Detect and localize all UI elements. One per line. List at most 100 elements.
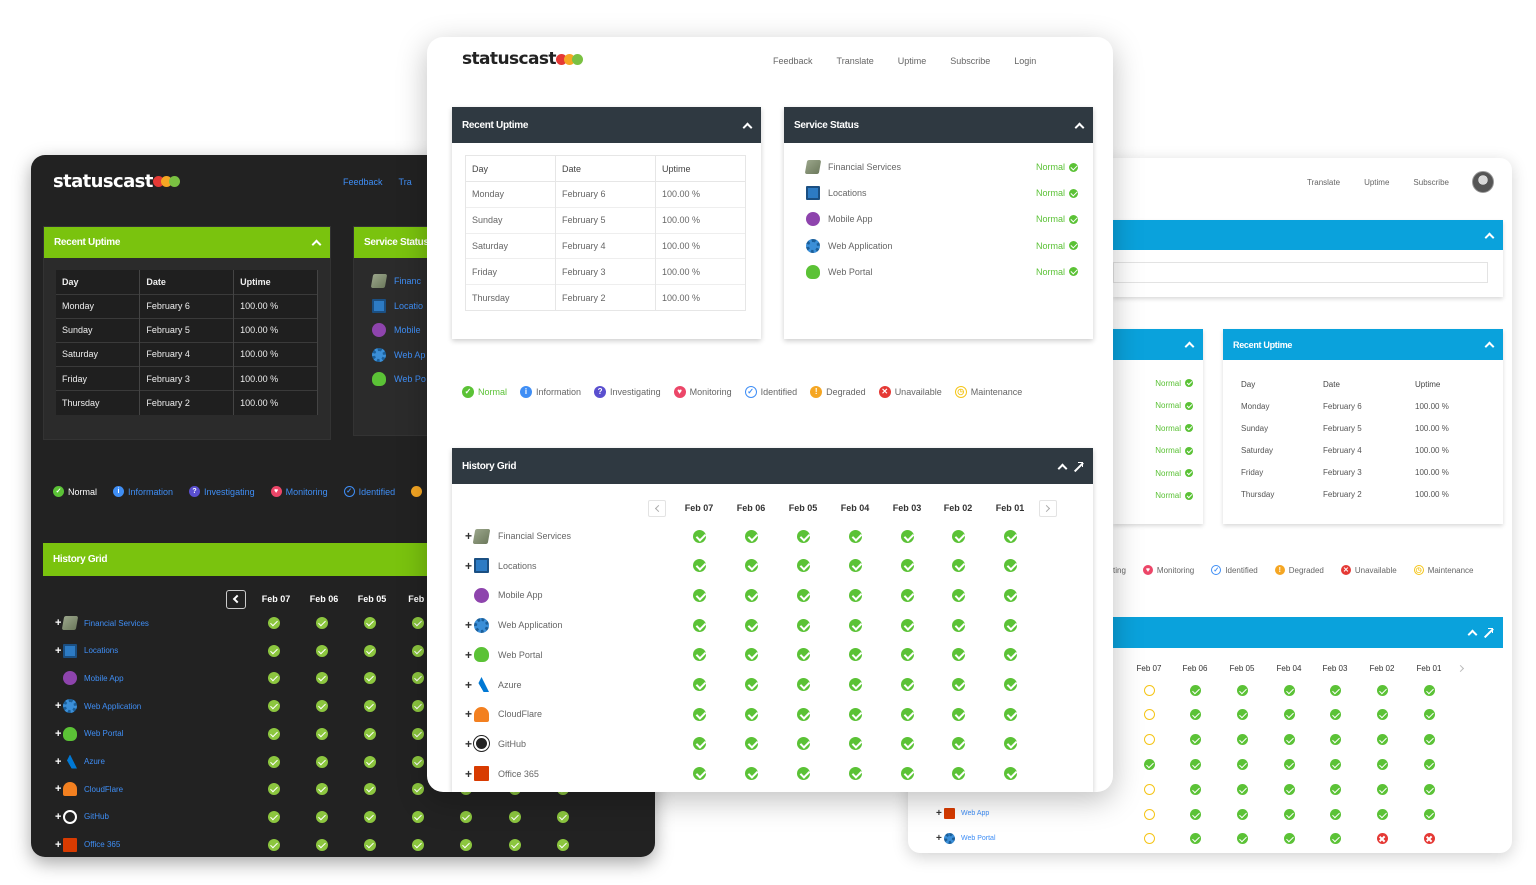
status-check-icon[interactable] (460, 810, 472, 823)
status-check-icon[interactable] (1236, 709, 1248, 721)
status-check-icon[interactable] (692, 529, 706, 543)
status-check-icon[interactable] (412, 644, 424, 657)
status-check-icon[interactable] (316, 617, 328, 629)
status-check-icon[interactable] (1423, 709, 1435, 721)
status-check-icon[interactable] (744, 737, 758, 751)
status-check-icon[interactable] (796, 767, 810, 781)
nav-uptime[interactable]: Uptime (898, 56, 927, 66)
expand-plus-icon[interactable]: + (465, 767, 474, 781)
service-row[interactable]: Locations Normal (806, 180, 1078, 206)
main-logo[interactable]: statuscast (462, 49, 583, 69)
status-check-icon[interactable] (744, 559, 758, 573)
service-row[interactable]: Web Portal Normal (806, 259, 1078, 285)
status-check-icon[interactable] (316, 700, 328, 713)
service-name[interactable]: Mobile App (498, 590, 543, 600)
expand-plus-icon[interactable]: + (55, 728, 63, 740)
status-check-icon[interactable] (1236, 684, 1248, 696)
service-row[interactable]: Mobile (372, 318, 426, 343)
status-check-icon[interactable] (364, 838, 376, 851)
unavailable-icon[interactable] (1423, 833, 1435, 845)
status-check-icon[interactable] (1329, 783, 1341, 795)
status-check-icon[interactable] (412, 783, 424, 796)
status-check-icon[interactable] (1423, 783, 1435, 795)
expand-plus-icon[interactable]: + (465, 559, 474, 573)
status-check-icon[interactable] (1376, 808, 1388, 820)
status-check-icon[interactable] (364, 617, 376, 629)
expand-icon[interactable] (1074, 461, 1083, 471)
status-check-icon[interactable] (1283, 684, 1295, 696)
status-check-icon[interactable] (744, 648, 758, 662)
service-name[interactable]: Locations (84, 646, 118, 655)
status-check-icon[interactable] (1329, 833, 1341, 845)
status-check-icon[interactable] (1003, 648, 1017, 662)
service-name[interactable]: Mobile App (84, 674, 124, 683)
expand-plus-icon[interactable]: + (465, 648, 474, 662)
maintenance-icon[interactable] (1143, 808, 1155, 820)
status-check-icon[interactable] (951, 559, 965, 573)
status-check-icon[interactable] (1329, 758, 1341, 770)
status-check-icon[interactable] (848, 559, 862, 573)
next-button[interactable] (1039, 500, 1057, 517)
status-check-icon[interactable] (900, 648, 914, 662)
status-check-icon[interactable] (951, 648, 965, 662)
status-check-icon[interactable] (1236, 833, 1248, 845)
status-check-icon[interactable] (316, 838, 328, 851)
collapse-icon[interactable] (1057, 463, 1068, 473)
status-check-icon[interactable] (1189, 833, 1201, 845)
status-check-icon[interactable] (1283, 709, 1295, 721)
status-check-icon[interactable] (796, 559, 810, 573)
status-check-icon[interactable] (1236, 758, 1248, 770)
service-row[interactable]: Financial Services Normal (804, 154, 1078, 180)
status-check-icon[interactable] (1236, 808, 1248, 820)
avatar[interactable] (1472, 171, 1494, 193)
status-check-icon[interactable] (744, 678, 758, 691)
status-check-icon[interactable] (848, 588, 862, 602)
status-check-icon[interactable] (364, 700, 376, 713)
status-check-icon[interactable] (900, 559, 914, 573)
service-name[interactable]: Web Application (84, 702, 141, 711)
status-check-icon[interactable] (1423, 808, 1435, 820)
status-check-icon[interactable] (848, 678, 862, 691)
status-check-icon[interactable] (268, 783, 280, 796)
nav-translate[interactable]: Translate (1307, 178, 1340, 187)
status-check-icon[interactable] (1423, 758, 1435, 770)
status-check-icon[interactable] (412, 755, 424, 768)
blue-input-bar[interactable] (1113, 262, 1488, 283)
service-name[interactable]: Azure (84, 757, 105, 766)
status-check-icon[interactable] (1283, 734, 1295, 746)
expand-plus-icon[interactable]: + (55, 811, 63, 823)
status-check-icon[interactable] (268, 617, 280, 629)
status-check-icon[interactable] (268, 700, 280, 713)
status-check-icon[interactable] (1329, 808, 1341, 820)
status-check-icon[interactable] (951, 588, 965, 602)
status-check-icon[interactable] (796, 529, 810, 543)
status-check-icon[interactable] (316, 783, 328, 796)
status-check-icon[interactable] (268, 810, 280, 823)
status-check-icon[interactable] (1189, 709, 1201, 721)
status-check-icon[interactable] (1003, 618, 1017, 632)
status-check-icon[interactable] (951, 529, 965, 543)
collapse-icon[interactable] (1184, 341, 1195, 352)
status-check-icon[interactable] (1189, 783, 1201, 795)
service-name[interactable]: CloudFlare (498, 709, 542, 719)
status-check-icon[interactable] (1329, 684, 1341, 696)
maintenance-icon[interactable] (1143, 734, 1155, 746)
collapse-icon[interactable] (1484, 232, 1495, 242)
status-check-icon[interactable] (796, 707, 810, 721)
status-check-icon[interactable] (1189, 758, 1201, 770)
status-check-icon[interactable] (744, 588, 758, 602)
status-check-icon[interactable] (796, 588, 810, 602)
status-check-icon[interactable] (268, 727, 280, 740)
status-check-icon[interactable] (692, 767, 706, 781)
status-check-icon[interactable] (412, 838, 424, 851)
collapse-icon[interactable] (1484, 341, 1495, 352)
status-check-icon[interactable] (1003, 559, 1017, 573)
status-check-icon[interactable] (1189, 684, 1201, 696)
service-name[interactable]: Web App (961, 810, 989, 817)
service-name[interactable]: Financial Services (498, 531, 571, 541)
status-check-icon[interactable] (796, 618, 810, 632)
status-check-icon[interactable] (1189, 734, 1201, 746)
status-check-icon[interactable] (364, 783, 376, 796)
status-check-icon[interactable] (364, 755, 376, 768)
status-check-icon[interactable] (1376, 734, 1388, 746)
